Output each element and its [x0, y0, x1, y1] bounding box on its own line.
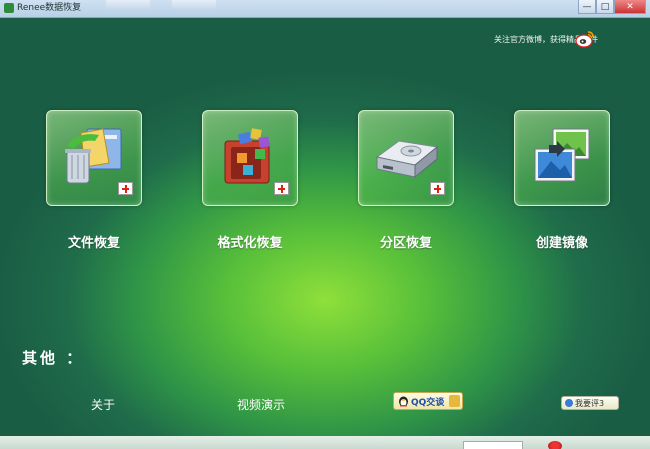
title-tab-2[interactable] [172, 0, 216, 10]
partition-recovery-button[interactable]: 分区恢复 [358, 110, 454, 260]
qq-chat-button[interactable]: QQ交谈 [393, 392, 463, 410]
others-heading: 其他 ： [22, 349, 85, 367]
rate-icon [565, 399, 573, 407]
maximize-button[interactable]: □ [596, 0, 614, 14]
status-logo-icon [548, 441, 562, 449]
create-image-button[interactable]: 创建镜像 [514, 110, 610, 260]
title-tab-1[interactable] [106, 0, 150, 10]
partition-recovery-label: 分区恢复 [379, 236, 432, 251]
close-button[interactable]: ✕ [614, 0, 646, 14]
format-recovery-tile[interactable] [202, 110, 298, 206]
minimize-button[interactable]: — [578, 0, 596, 14]
file-recovery-tile[interactable] [46, 110, 142, 206]
qq-chat-label: QQ交谈 [411, 398, 445, 408]
partition-recovery-tile[interactable] [358, 110, 454, 206]
rate-button[interactable]: 我要评3 [561, 396, 619, 410]
weibo-icon[interactable] [575, 30, 595, 48]
status-input[interactable] [463, 441, 523, 449]
qq-tag-icon [449, 395, 460, 407]
app-logo-icon [4, 3, 14, 13]
rate-label: 我要评3 [575, 399, 605, 408]
create-image-label: 创建镜像 [535, 236, 588, 251]
create-image-tile[interactable] [514, 110, 610, 206]
add-badge-icon [118, 182, 133, 195]
format-recovery-label: 格式化恢复 [217, 236, 283, 251]
create-image-icon [534, 128, 590, 182]
format-recovery-button[interactable]: 格式化恢复 [202, 110, 298, 260]
window-title: Renee数据恢复 [17, 3, 82, 13]
add-badge-icon [274, 182, 289, 195]
qq-penguin-icon [399, 396, 408, 407]
app-window: Renee数据恢复 — □ ✕ 关注官方微博，获得精品软件 文件恢复 格式化恢复… [0, 0, 650, 449]
file-recovery-button[interactable]: 文件恢复 [46, 110, 142, 260]
title-bar: Renee数据恢复 — □ ✕ [0, 0, 650, 18]
about-link[interactable]: 关于 [91, 396, 115, 413]
add-badge-icon [430, 182, 445, 195]
video-demo-link[interactable]: 视频演示 [237, 396, 285, 413]
file-recovery-label: 文件恢复 [67, 236, 120, 251]
